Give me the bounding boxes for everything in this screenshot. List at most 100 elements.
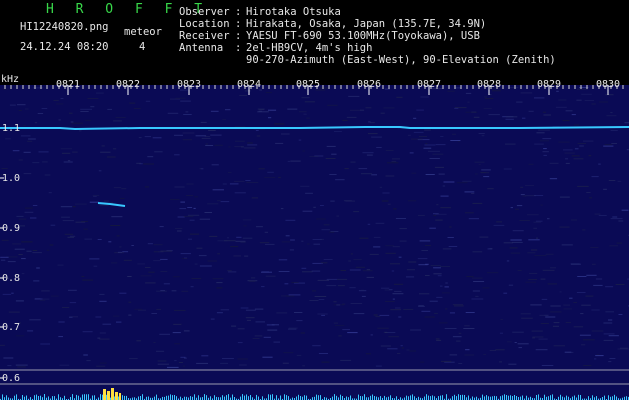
noise-speck (340, 359, 352, 361)
noise-speck (603, 188, 607, 190)
signal-level-bar (166, 395, 167, 400)
noise-speck (174, 154, 180, 156)
noise-speck (153, 251, 159, 253)
noise-speck (462, 180, 472, 182)
noise-speck (536, 132, 545, 134)
noise-speck (591, 263, 596, 265)
noise-speck (148, 271, 155, 273)
noise-speck (170, 198, 180, 200)
noise-speck (503, 168, 512, 170)
signal-level-bar (92, 395, 93, 400)
noise-speck (107, 156, 116, 158)
signal-level-bar (438, 396, 439, 400)
signal-level-bar (34, 395, 35, 400)
noise-speck (536, 237, 538, 239)
noise-speck (145, 282, 156, 284)
noise-speck (99, 332, 106, 334)
noise-speck (400, 345, 403, 347)
noise-speck (119, 292, 127, 294)
signal-level-bar (304, 395, 305, 400)
noise-speck (41, 108, 48, 109)
signal-level-bar (26, 395, 27, 400)
y-tick-label: 0.9 (2, 223, 21, 234)
signal-level-bar (100, 394, 101, 400)
noise-speck (375, 316, 381, 318)
noise-speck (17, 104, 26, 106)
noise-speck (210, 318, 215, 320)
signal-level-bar (440, 395, 441, 400)
noise-speck (387, 203, 391, 205)
noise-speck (550, 311, 562, 313)
signal-level-bar (358, 394, 359, 400)
noise-speck (418, 136, 428, 138)
noise-speck (610, 130, 618, 131)
noise-speck (321, 229, 330, 231)
noise-speck (604, 144, 613, 146)
noise-speck (60, 98, 64, 99)
signal-level-bar (520, 396, 521, 400)
noise-speck (391, 270, 395, 272)
noise-speck (618, 220, 624, 222)
noise-speck (543, 114, 551, 116)
meteor-label: meteor (124, 26, 162, 38)
noise-speck (251, 277, 256, 279)
noise-speck (173, 276, 180, 278)
noise-speck (508, 284, 514, 286)
noise-speck (80, 108, 92, 110)
noise-speck (418, 305, 425, 307)
signal-level-bar (412, 394, 413, 400)
noise-speck (385, 300, 395, 302)
noise-speck (160, 271, 168, 272)
x-tick-label: 0821 (55, 79, 81, 90)
noise-speck (581, 93, 592, 95)
noise-speck (353, 259, 362, 261)
noise-speck (271, 324, 279, 326)
noise-speck (70, 121, 74, 123)
noise-speck (445, 282, 448, 284)
signal-level-bar (268, 394, 269, 400)
noise-speck (234, 192, 246, 194)
noise-speck (287, 160, 291, 162)
noise-speck (434, 166, 444, 168)
noise-speck (563, 304, 571, 306)
noise-speck (527, 214, 539, 216)
signal-level-bar (442, 395, 443, 400)
noise-speck (288, 328, 297, 330)
noise-speck (553, 345, 565, 347)
noise-speck (392, 158, 401, 160)
noise-speck (321, 361, 330, 363)
signal-level-bar (88, 394, 89, 400)
location-value: Hirakata, Osaka, Japan (135.7E, 34.9N) (246, 18, 487, 30)
noise-speck (508, 363, 517, 365)
noise-speck (296, 354, 302, 356)
noise-speck (409, 350, 416, 352)
noise-speck (534, 143, 544, 145)
noise-speck (465, 312, 475, 313)
noise-speck (276, 312, 288, 314)
signal-level-bar (626, 396, 627, 400)
noise-speck (608, 319, 613, 321)
noise-speck (183, 114, 192, 115)
noise-speck (556, 90, 559, 92)
noise-speck (210, 110, 219, 112)
signal-level-bar (506, 395, 507, 400)
noise-speck (500, 319, 503, 321)
signal-level-bar (372, 394, 373, 400)
noise-speck (264, 176, 276, 178)
noise-speck (262, 356, 273, 358)
noise-speck (63, 161, 73, 163)
noise-speck (24, 207, 33, 209)
noise-speck (349, 269, 361, 271)
noise-speck (3, 357, 14, 359)
noise-speck (111, 262, 118, 264)
noise-speck (342, 119, 348, 121)
noise-speck (605, 311, 614, 313)
noise-speck (265, 92, 272, 94)
signal-level-bar (276, 395, 277, 400)
noise-speck (577, 142, 587, 144)
noise-speck (2, 88, 9, 90)
noise-speck (550, 267, 556, 269)
noise-speck (167, 366, 179, 368)
noise-speck (515, 208, 520, 210)
noise-speck (595, 355, 604, 357)
